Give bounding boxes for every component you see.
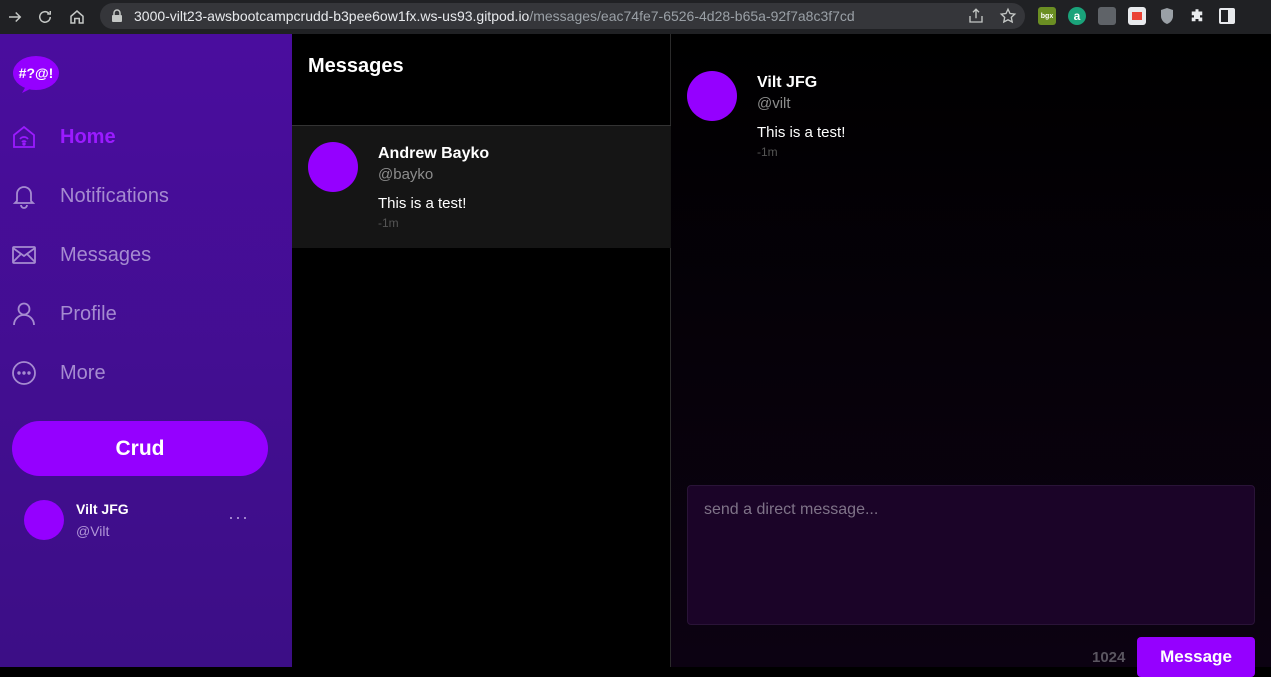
home-browser-icon[interactable] <box>62 2 92 32</box>
profile-handle: @Vilt <box>76 523 110 539</box>
extension-camera-icon[interactable] <box>1098 7 1116 25</box>
profile-card[interactable]: Vilt JFG @Vilt ··· <box>24 499 284 544</box>
extension-shield-icon[interactable] <box>1158 7 1176 25</box>
sidebar-item-messages[interactable]: Messages <box>0 233 292 277</box>
message-text: This is a test! <box>757 124 846 141</box>
avatar <box>308 142 358 192</box>
envelope-icon <box>11 242 37 268</box>
sidepanel-icon[interactable] <box>1218 7 1236 25</box>
character-count: 1024 <box>1092 649 1126 666</box>
message-thread: Vilt JFG @vilt This is a test! -1m 1024 … <box>671 34 1271 677</box>
extension-bgx-icon[interactable]: bgx <box>1038 7 1056 25</box>
message-author[interactable]: Vilt JFG <box>757 74 817 92</box>
home-icon <box>11 124 37 150</box>
sidebar-item-label: Profile <box>60 302 117 325</box>
app-root: #?@! Home Notifications Messages Profile… <box>0 34 1271 677</box>
sidebar-item-label: More <box>60 361 106 384</box>
conversation-name: Andrew Bayko <box>378 145 490 162</box>
browser-toolbar: 3000-vilt23-awsbootcampcrudd-b3pee6ow1fx… <box>0 0 1271 34</box>
puzzle-icon[interactable] <box>1188 7 1206 25</box>
conversation-time: -1m <box>378 216 399 230</box>
logo-text: #?@! <box>19 65 54 81</box>
star-icon[interactable] <box>999 7 1017 25</box>
person-icon <box>11 301 37 327</box>
message-handle: @vilt <box>757 95 791 112</box>
sidebar-item-label: Notifications <box>60 184 169 207</box>
crud-button[interactable]: Crud <box>12 421 268 476</box>
conversation-item[interactable]: Andrew Bayko @bayko This is a test! -1m <box>292 126 671 248</box>
sidebar-item-profile[interactable]: Profile <box>0 292 292 336</box>
lock-icon <box>112 9 122 22</box>
conversation-preview: This is a test! <box>378 195 467 212</box>
reload-icon[interactable] <box>30 2 60 32</box>
extension-slides-icon[interactable] <box>1128 7 1146 25</box>
sidebar-item-label: Messages <box>60 243 152 266</box>
conversations-panel: Messages Andrew Bayko @bayko This is a t… <box>292 34 671 667</box>
sidebar-item-more[interactable]: More <box>0 351 292 395</box>
url-path: /messages/eac74fe7-6526-4d28-b65a-92f7a8… <box>529 8 855 24</box>
message-composer-input[interactable] <box>687 485 1255 625</box>
sidebar: #?@! Home Notifications Messages Profile… <box>0 34 292 667</box>
forward-icon[interactable] <box>0 2 30 32</box>
logo-icon[interactable]: #?@! <box>12 54 60 94</box>
sidebar-item-label: Home <box>60 125 116 148</box>
sidebar-item-notifications[interactable]: Notifications <box>0 174 292 218</box>
page-title: Messages <box>308 55 404 77</box>
profile-name: Vilt JFG <box>76 501 129 517</box>
url-host: 3000-vilt23-awsbootcampcrudd-b3pee6ow1fx… <box>134 8 530 24</box>
message-time: -1m <box>757 145 778 159</box>
bell-icon <box>11 183 37 209</box>
share-icon[interactable] <box>967 7 985 25</box>
profile-more-button[interactable]: ··· <box>228 507 249 528</box>
sidebar-item-home[interactable]: Home <box>0 115 292 159</box>
send-message-button[interactable]: Message <box>1137 637 1255 677</box>
address-bar[interactable]: 3000-vilt23-awsbootcampcrudd-b3pee6ow1fx… <box>100 3 1025 29</box>
message-item: Vilt JFG @vilt This is a test! -1m <box>687 71 1247 166</box>
url-text: 3000-vilt23-awsbootcampcrudd-b3pee6ow1fx… <box>134 8 855 24</box>
ellipsis-circle-icon <box>11 360 37 386</box>
conversation-handle: @bayko <box>378 166 434 183</box>
avatar <box>24 500 64 540</box>
extension-a-icon[interactable]: a <box>1068 7 1086 25</box>
avatar[interactable] <box>687 71 737 121</box>
